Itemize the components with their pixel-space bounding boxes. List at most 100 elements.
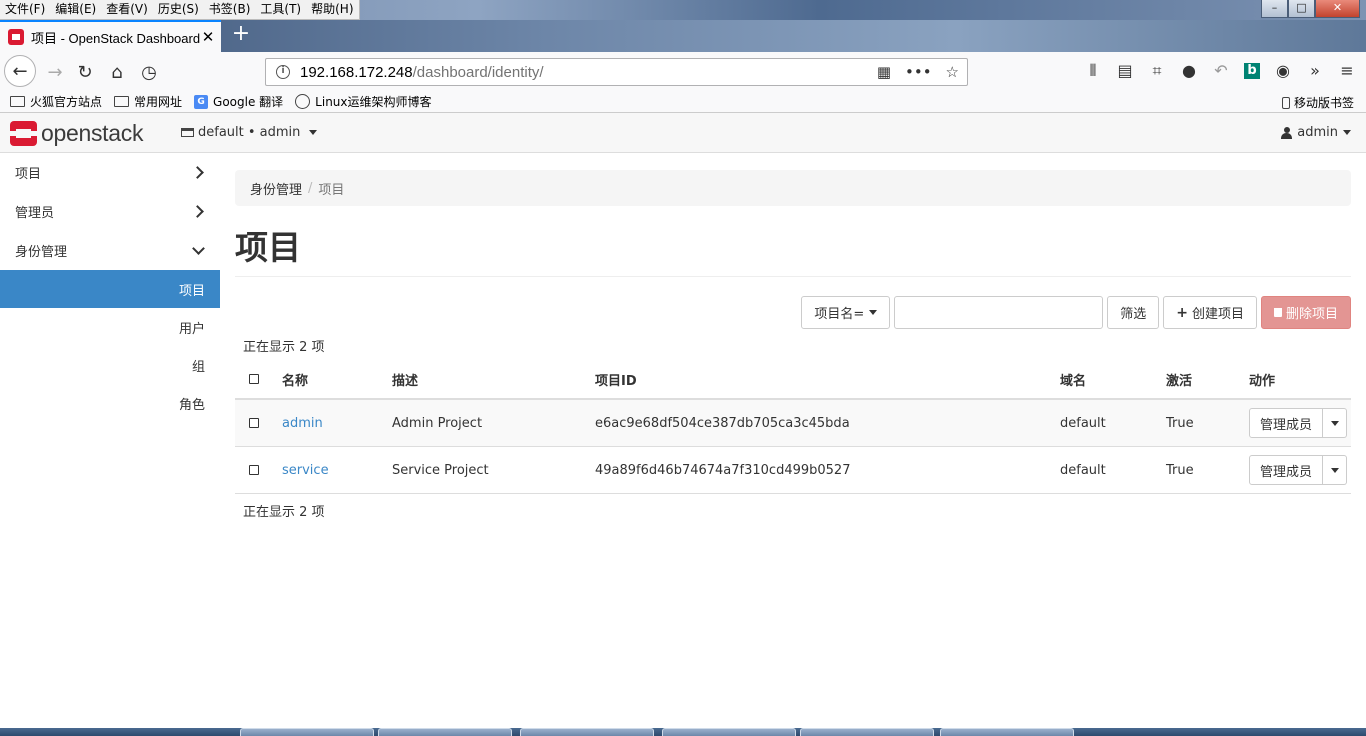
project-description: Service Project xyxy=(392,462,489,478)
taskbar-button[interactable] xyxy=(520,728,654,736)
filter-field-select[interactable]: 项目名= xyxy=(801,296,891,329)
bookmarks-bar: 火狐官方站点 常用网址 G Google 翻译 Linux运维架构师博客 移动版… xyxy=(0,91,1366,113)
menu-history[interactable]: 历史(S) xyxy=(153,0,204,19)
row-action-group: 管理成员 xyxy=(1249,455,1351,485)
menu-bar: 文件(F) 编辑(E) 查看(V) 历史(S) 书签(B) 工具(T) 帮助(H… xyxy=(0,0,360,20)
manage-members-button[interactable]: 管理成员 xyxy=(1249,408,1324,438)
breadcrumb: 身份管理 / 项目 xyxy=(235,170,1351,206)
folder-icon xyxy=(10,96,25,107)
sidebar-subitem-projects[interactable]: 项目 xyxy=(0,270,220,308)
google-translate-icon: G xyxy=(194,94,209,109)
filter-button[interactable]: 筛选 xyxy=(1107,296,1160,329)
menu-view[interactable]: 查看(V) xyxy=(101,0,153,19)
menu-help[interactable]: 帮助(H) xyxy=(306,0,358,19)
reload-button[interactable]: ↻ xyxy=(70,57,100,87)
row-actions-dropdown[interactable] xyxy=(1323,455,1348,485)
menu-bookmarks[interactable]: 书签(B) xyxy=(204,0,256,19)
delete-projects-button[interactable]: 删除项目 xyxy=(1260,296,1351,329)
user-menu-dropdown[interactable]: admin xyxy=(1281,125,1351,140)
sidebar-item-label: 身份管理 xyxy=(15,245,68,260)
url-bar[interactable]: i 192.168.172.248/dashboard/identity/ ▦ … xyxy=(265,58,968,86)
project-context-icon xyxy=(181,128,194,137)
projects-table: 名称 描述 项目ID 域名 激活 动作 admin Admin Project … xyxy=(235,360,1351,494)
column-header-project-id[interactable]: 项目ID xyxy=(595,370,1060,389)
manage-members-button[interactable]: 管理成员 xyxy=(1249,455,1324,485)
caret-down-icon xyxy=(1330,467,1339,473)
hamburger-menu-icon[interactable]: ≡ xyxy=(1338,61,1356,81)
project-name-link[interactable]: admin xyxy=(282,416,323,431)
column-header-description[interactable]: 描述 xyxy=(392,370,595,389)
new-tab-button[interactable]: + xyxy=(229,23,253,47)
bookmark-google-translate[interactable]: G Google 翻译 xyxy=(194,93,283,110)
chat-bubble-icon[interactable]: ● xyxy=(1180,61,1198,81)
project-id: 49a89f6d46b74674a7f310cd499b0527 xyxy=(595,462,851,478)
qr-code-icon[interactable]: ▦ xyxy=(877,63,891,81)
bookmark-star-icon[interactable]: ☆ xyxy=(946,63,959,81)
forward-button[interactable]: → xyxy=(40,57,70,87)
sidebar-subitem-users[interactable]: 用户 xyxy=(0,308,220,346)
row-checkbox[interactable] xyxy=(249,418,259,428)
bookmark-firefox-site[interactable]: 火狐官方站点 xyxy=(10,93,102,110)
bing-icon[interactable]: b xyxy=(1244,63,1260,79)
mobile-bookmarks[interactable]: 移动版书签 xyxy=(1281,94,1354,111)
sidebar-subitem-groups[interactable]: 组 xyxy=(0,346,220,384)
caret-down-icon xyxy=(869,310,878,315)
column-header-enabled[interactable]: 激活 xyxy=(1166,370,1249,389)
create-project-button[interactable]: + 创建项目 xyxy=(1163,296,1257,329)
row-checkbox[interactable] xyxy=(249,465,259,475)
taskbar-button[interactable] xyxy=(240,728,374,736)
taskbar-button[interactable] xyxy=(940,728,1074,736)
site-info-icon[interactable]: i xyxy=(276,65,290,79)
caret-down-icon xyxy=(309,130,318,135)
browser-tab-active[interactable]: 项目 - OpenStack Dashboard ✕ xyxy=(0,20,221,52)
column-header-name[interactable]: 名称 xyxy=(282,370,392,389)
menu-file[interactable]: 文件(F) xyxy=(0,0,50,19)
overflow-chevron-icon[interactable]: » xyxy=(1306,61,1324,81)
screenshot-crop-icon[interactable]: ⌗ xyxy=(1148,61,1166,81)
account-icon[interactable]: ◉ xyxy=(1274,61,1292,81)
table-actions: 项目名= 筛选 + 创建项目 删除项目 xyxy=(801,296,1351,329)
select-all-checkbox[interactable] xyxy=(249,374,259,384)
menu-edit[interactable]: 编辑(E) xyxy=(50,0,101,19)
globe-icon xyxy=(295,94,311,109)
close-window-button[interactable]: ✕ xyxy=(1315,0,1360,18)
openstack-logo[interactable]: openstack xyxy=(10,120,143,147)
table-header-row: 名称 描述 项目ID 域名 激活 动作 xyxy=(235,360,1351,400)
home-button[interactable]: ⌂ xyxy=(102,57,132,87)
history-clock-icon[interactable]: ◷ xyxy=(134,57,164,87)
library-icon[interactable]: ⫴ xyxy=(1084,61,1102,81)
tab-title: 项目 - OpenStack Dashboard xyxy=(31,30,201,46)
item-count-bottom: 正在显示 2 项 xyxy=(243,505,325,520)
project-enabled: True xyxy=(1166,462,1194,478)
taskbar-button[interactable] xyxy=(800,728,934,736)
undo-icon[interactable]: ↶ xyxy=(1212,61,1230,81)
filter-input[interactable] xyxy=(894,296,1104,329)
back-button[interactable]: ← xyxy=(4,55,36,87)
tab-close-icon[interactable]: ✕ xyxy=(201,28,215,46)
menu-tools[interactable]: 工具(T) xyxy=(255,0,306,19)
taskbar-button[interactable] xyxy=(378,728,512,736)
plus-icon: + xyxy=(1176,304,1188,321)
page-actions-icon[interactable]: ••• xyxy=(905,63,932,81)
project-name-link[interactable]: service xyxy=(282,463,329,478)
bookmark-common-sites[interactable]: 常用网址 xyxy=(114,93,182,110)
url-text[interactable]: 192.168.172.248/dashboard/identity/ xyxy=(300,64,877,81)
page-title: 项目 xyxy=(235,228,301,267)
caret-down-icon xyxy=(1343,130,1351,135)
os-taskbar xyxy=(0,728,1366,736)
user-name: admin xyxy=(1297,125,1338,140)
sidebar-toggle-icon[interactable]: ▤ xyxy=(1116,61,1134,81)
sidebar-item-admin[interactable]: 管理员 xyxy=(0,192,220,231)
sidebar-item-identity[interactable]: 身份管理 xyxy=(0,231,220,270)
project-context-dropdown[interactable]: default • admin xyxy=(181,125,318,140)
table-row: admin Admin Project e6ac9e68df504ce387db… xyxy=(235,400,1351,447)
bookmark-linux-blog[interactable]: Linux运维架构师博客 xyxy=(295,93,432,110)
sidebar-subitem-roles[interactable]: 角色 xyxy=(0,384,220,422)
maximize-button[interactable]: □ xyxy=(1288,0,1315,18)
sidebar-item-project[interactable]: 项目 xyxy=(0,153,220,192)
breadcrumb-identity[interactable]: 身份管理 xyxy=(250,179,302,198)
taskbar-button[interactable] xyxy=(662,728,796,736)
row-actions-dropdown[interactable] xyxy=(1323,408,1348,438)
minimize-button[interactable]: – xyxy=(1261,0,1288,18)
column-header-domain[interactable]: 域名 xyxy=(1060,370,1166,389)
